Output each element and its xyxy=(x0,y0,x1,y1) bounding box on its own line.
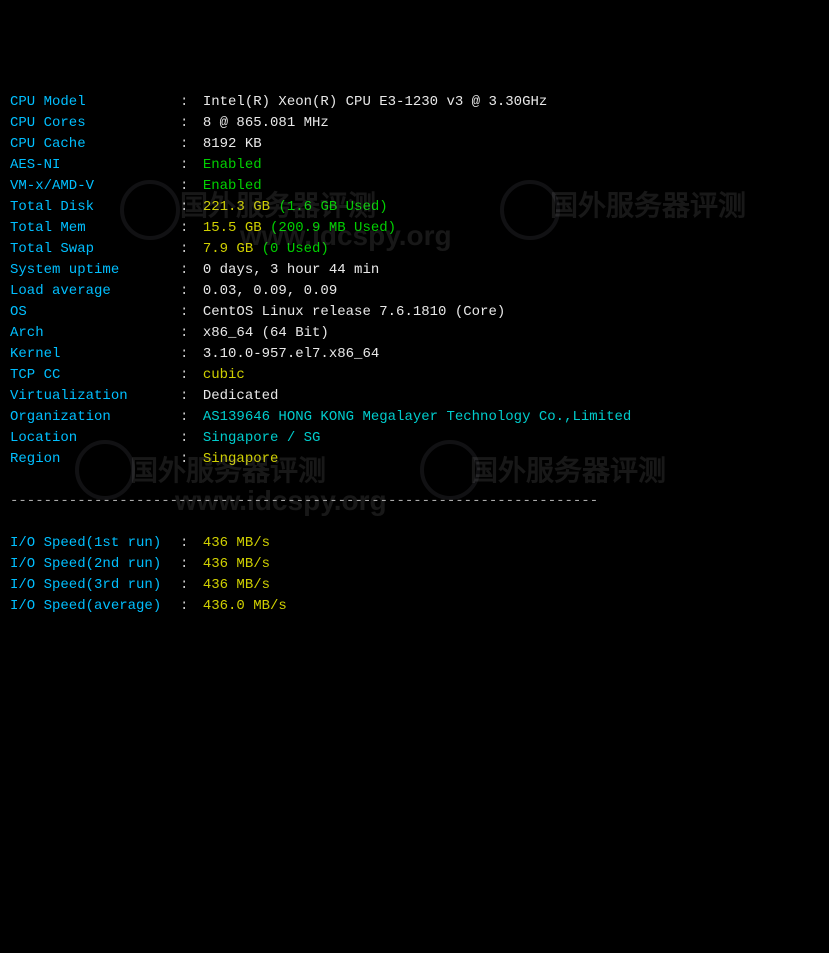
info-value: Singapore / SG xyxy=(203,428,321,449)
info-label: I/O Speed(1st run) xyxy=(10,533,180,554)
colon: : xyxy=(180,218,197,239)
info-label: Virtualization xyxy=(10,386,180,407)
info-row: OS: CentOS Linux release 7.6.1810 (Core) xyxy=(10,302,819,323)
info-value: Enabled xyxy=(203,176,262,197)
info-label: VM-x/AMD-V xyxy=(10,176,180,197)
info-row: VM-x/AMD-V: Enabled xyxy=(10,176,819,197)
info-value: 7.9 GB xyxy=(203,239,262,260)
info-label: OS xyxy=(10,302,180,323)
info-label: Total Disk xyxy=(10,197,180,218)
info-row: Location: Singapore / SG xyxy=(10,428,819,449)
info-value: (200.9 MB Used) xyxy=(270,218,396,239)
info-value: x86_64 (64 Bit) xyxy=(203,323,329,344)
info-row: Load average: 0.03, 0.09, 0.09 xyxy=(10,281,819,302)
info-value: 0.03, 0.09, 0.09 xyxy=(203,281,337,302)
info-label: Load average xyxy=(10,281,180,302)
info-row: AES-NI: Enabled xyxy=(10,155,819,176)
colon: : xyxy=(180,428,197,449)
colon: : xyxy=(180,260,197,281)
info-label: I/O Speed(average) xyxy=(10,596,180,617)
info-label: CPU Model xyxy=(10,92,180,113)
section-divider: ----------------------------------------… xyxy=(10,491,819,512)
info-row: Virtualization: Dedicated xyxy=(10,386,819,407)
info-value: 0 days, 3 hour 44 min xyxy=(203,260,379,281)
info-row: I/O Speed(1st run): 436 MB/s xyxy=(10,533,819,554)
info-row: I/O Speed(average): 436.0 MB/s xyxy=(10,596,819,617)
info-value: Intel(R) Xeon(R) CPU E3-1230 v3 @ 3.30GH… xyxy=(203,92,547,113)
info-row: I/O Speed(3rd run): 436 MB/s xyxy=(10,575,819,596)
colon: : xyxy=(180,554,197,575)
colon: : xyxy=(180,575,197,596)
colon: : xyxy=(180,323,197,344)
system-info-block: CPU Model: Intel(R) Xeon(R) CPU E3-1230 … xyxy=(10,92,819,470)
colon: : xyxy=(180,407,197,428)
info-row: I/O Speed(2nd run): 436 MB/s xyxy=(10,554,819,575)
info-value: (1.6 GB Used) xyxy=(278,197,387,218)
colon: : xyxy=(180,365,197,386)
colon: : xyxy=(180,197,197,218)
info-row: CPU Model: Intel(R) Xeon(R) CPU E3-1230 … xyxy=(10,92,819,113)
info-row: Kernel: 3.10.0-957.el7.x86_64 xyxy=(10,344,819,365)
colon: : xyxy=(180,92,197,113)
io-speed-block: I/O Speed(1st run): 436 MB/sI/O Speed(2n… xyxy=(10,533,819,617)
colon: : xyxy=(180,239,197,260)
info-row: System uptime: 0 days, 3 hour 44 min xyxy=(10,260,819,281)
info-value: 3.10.0-957.el7.x86_64 xyxy=(203,344,379,365)
info-label: Organization xyxy=(10,407,180,428)
info-row: Region: Singapore xyxy=(10,449,819,470)
info-label: CPU Cores xyxy=(10,113,180,134)
info-value: 436 MB/s xyxy=(203,554,270,575)
info-label: TCP CC xyxy=(10,365,180,386)
info-row: CPU Cache: 8192 KB xyxy=(10,134,819,155)
colon: : xyxy=(180,344,197,365)
colon: : xyxy=(180,449,197,470)
colon: : xyxy=(180,134,197,155)
info-value: 436 MB/s xyxy=(203,575,270,596)
info-value: CentOS Linux release 7.6.1810 (Core) xyxy=(203,302,505,323)
info-value: cubic xyxy=(203,365,245,386)
info-label: CPU Cache xyxy=(10,134,180,155)
colon: : xyxy=(180,386,197,407)
info-value: Enabled xyxy=(203,155,262,176)
info-label: Total Swap xyxy=(10,239,180,260)
colon: : xyxy=(180,596,197,617)
info-value: 221.3 GB xyxy=(203,197,279,218)
info-value: (0 Used) xyxy=(262,239,329,260)
info-row: Total Swap: 7.9 GB (0 Used) xyxy=(10,239,819,260)
info-value: AS139646 HONG KONG Megalayer Technology … xyxy=(203,407,631,428)
info-label: System uptime xyxy=(10,260,180,281)
info-label: AES-NI xyxy=(10,155,180,176)
info-value: 8192 KB xyxy=(203,134,262,155)
colon: : xyxy=(180,113,197,134)
colon: : xyxy=(180,155,197,176)
info-row: CPU Cores: 8 @ 865.081 MHz xyxy=(10,113,819,134)
info-label: Kernel xyxy=(10,344,180,365)
info-label: I/O Speed(2nd run) xyxy=(10,554,180,575)
info-value: Dedicated xyxy=(203,386,279,407)
info-value: 436.0 MB/s xyxy=(203,596,287,617)
info-value: Singapore xyxy=(203,449,279,470)
info-label: I/O Speed(3rd run) xyxy=(10,575,180,596)
info-value: 8 @ 865.081 MHz xyxy=(203,113,329,134)
info-row: TCP CC: cubic xyxy=(10,365,819,386)
info-value: 15.5 GB xyxy=(203,218,270,239)
info-label: Location xyxy=(10,428,180,449)
info-row: Arch: x86_64 (64 Bit) xyxy=(10,323,819,344)
colon: : xyxy=(180,176,197,197)
info-value: 436 MB/s xyxy=(203,533,270,554)
info-row: Organization: AS139646 HONG KONG Megalay… xyxy=(10,407,819,428)
colon: : xyxy=(180,533,197,554)
info-row: Total Disk: 221.3 GB (1.6 GB Used) xyxy=(10,197,819,218)
colon: : xyxy=(180,302,197,323)
info-label: Region xyxy=(10,449,180,470)
info-label: Arch xyxy=(10,323,180,344)
info-row: Total Mem: 15.5 GB (200.9 MB Used) xyxy=(10,218,819,239)
info-label: Total Mem xyxy=(10,218,180,239)
colon: : xyxy=(180,281,197,302)
